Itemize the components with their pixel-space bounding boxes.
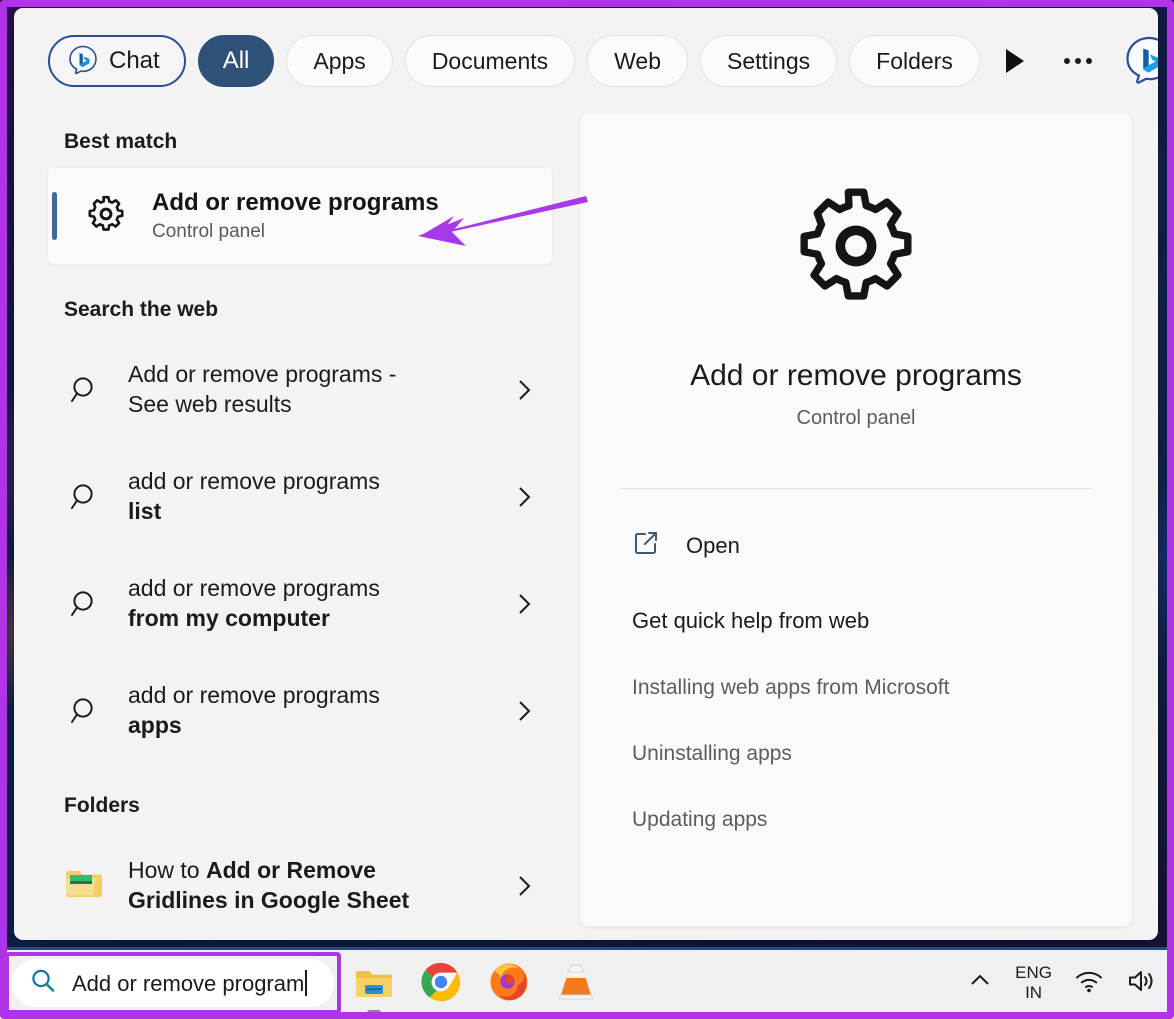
web-result-line1: add or remove programs	[128, 467, 512, 496]
quick-help-link[interactable]: Uninstalling apps	[620, 742, 1092, 766]
folder-result-highlight: Add or Remove	[206, 857, 376, 883]
external-link-icon	[632, 529, 660, 562]
language-line2: IN	[1025, 983, 1042, 1002]
chevron-right-icon[interactable]	[512, 376, 538, 404]
chevron-right-icon[interactable]	[512, 590, 538, 618]
web-result-row[interactable]: add or remove programs from my computer	[48, 550, 552, 657]
search-icon	[64, 587, 106, 621]
folder-result-text: How to Add or Remove Gridlines in Google…	[128, 856, 512, 915]
web-result-line1: add or remove programs	[128, 681, 512, 710]
folder-icon	[64, 866, 106, 905]
chevron-right-icon[interactable]	[512, 872, 538, 900]
tab-all-label: All	[223, 47, 250, 75]
best-match-text: Add or remove programs Control panel	[152, 189, 439, 244]
tab-settings[interactable]: Settings	[700, 35, 837, 87]
web-result-text: add or remove programs list	[128, 467, 512, 526]
quick-help-link[interactable]: Updating apps	[620, 808, 1092, 832]
search-icon	[28, 966, 58, 1001]
preview-pane-wrapper: Add or remove programs Control panel Ope…	[566, 114, 1136, 940]
preview-pane: Add or remove programs Control panel Ope…	[580, 114, 1132, 926]
taskbar: Add or remove program	[0, 947, 1174, 1019]
web-result-line1: Add or remove programs -	[128, 360, 512, 389]
web-result-row[interactable]: add or remove programs apps	[48, 657, 552, 764]
ellipsis-icon[interactable]	[1064, 39, 1092, 83]
tab-web-label: Web	[614, 48, 661, 75]
tab-chat-label: Chat	[109, 47, 160, 75]
open-button[interactable]: Open	[620, 529, 1092, 562]
chrome-icon[interactable]	[420, 961, 464, 1005]
open-button-label: Open	[686, 533, 740, 559]
file-explorer-icon[interactable]	[352, 961, 396, 1005]
web-result-row[interactable]: add or remove programs list	[48, 443, 552, 550]
tab-settings-label: Settings	[727, 48, 810, 75]
preview-title: Add or remove programs	[690, 359, 1022, 393]
play-triangle-icon[interactable]	[1002, 39, 1028, 83]
folder-result-prefix: How to	[128, 857, 206, 883]
search-results-list: Best match Add or remove programs Contro…	[14, 114, 566, 940]
web-result-line2: from my computer	[128, 605, 330, 631]
firefox-icon[interactable]	[488, 961, 532, 1005]
gear-icon	[86, 194, 126, 239]
wifi-icon[interactable]	[1074, 968, 1104, 999]
speaker-icon[interactable]	[1126, 968, 1158, 999]
tab-folders[interactable]: Folders	[849, 35, 980, 87]
web-result-line2: list	[128, 498, 161, 524]
vlc-icon[interactable]	[556, 961, 600, 1005]
tab-web[interactable]: Web	[587, 35, 688, 87]
language-line1: ENG	[1015, 963, 1052, 982]
chevron-right-icon[interactable]	[512, 483, 538, 511]
taskbar-search-value: Add or remove program	[72, 971, 304, 996]
folders-heading: Folders	[64, 794, 552, 818]
taskbar-search-text: Add or remove program	[72, 970, 307, 997]
best-match-row[interactable]: Add or remove programs Control panel	[48, 168, 552, 264]
folder-result-row[interactable]: How to Add or Remove Gridlines in Google…	[48, 832, 552, 939]
tab-documents-label: Documents	[432, 48, 548, 75]
web-result-text: Add or remove programs - See web results	[128, 360, 512, 419]
search-the-web-heading: Search the web	[64, 298, 552, 322]
search-icon	[64, 694, 106, 728]
quick-help-link[interactable]: Installing web apps from Microsoft	[620, 676, 1092, 700]
taskbar-app-icons	[352, 947, 600, 1019]
preview-actions: Open Get quick help from web Installing …	[620, 489, 1092, 832]
tab-documents[interactable]: Documents	[405, 35, 575, 87]
best-match-title: Add or remove programs	[152, 189, 439, 217]
chevron-up-icon[interactable]	[967, 968, 993, 999]
best-match-heading: Best match	[64, 130, 552, 154]
chevron-right-icon[interactable]	[512, 697, 538, 725]
system-tray: ENG IN	[967, 947, 1158, 1019]
web-result-text: add or remove programs apps	[128, 681, 512, 740]
tab-apps[interactable]: Apps	[286, 35, 392, 87]
bing-chat-icon	[66, 44, 100, 78]
language-indicator[interactable]: ENG IN	[1015, 963, 1052, 1003]
search-icon	[64, 373, 106, 407]
gear-icon	[792, 160, 920, 315]
web-result-line1: add or remove programs	[128, 574, 512, 603]
tab-apps-label: Apps	[313, 48, 365, 75]
preview-subtitle: Control panel	[797, 407, 916, 430]
web-result-line2: apps	[128, 712, 182, 738]
quick-help-heading: Get quick help from web	[620, 608, 1092, 634]
best-match-subtitle: Control panel	[152, 221, 439, 243]
windows-search-flyout: Chat All Apps Documents Web Settings Fol…	[14, 8, 1158, 940]
search-icon	[64, 480, 106, 514]
search-results-body: Best match Add or remove programs Contro…	[14, 114, 1158, 940]
web-result-line2: See web results	[128, 390, 512, 419]
selection-indicator	[52, 192, 57, 240]
web-result-text: add or remove programs from my computer	[128, 574, 512, 633]
text-caret	[305, 970, 307, 996]
web-result-row[interactable]: Add or remove programs - See web results	[48, 336, 552, 443]
taskbar-search-box[interactable]: Add or remove program	[12, 959, 334, 1007]
folder-result-line2: Gridlines in Google Sheet	[128, 886, 512, 915]
tab-chat[interactable]: Chat	[48, 35, 186, 87]
tab-all[interactable]: All	[198, 35, 275, 87]
search-filter-tabs: Chat All Apps Documents Web Settings Fol…	[14, 8, 1158, 114]
tab-folders-label: Folders	[876, 48, 953, 75]
bing-logo-icon[interactable]	[1122, 32, 1158, 90]
running-indicator	[367, 1010, 381, 1015]
